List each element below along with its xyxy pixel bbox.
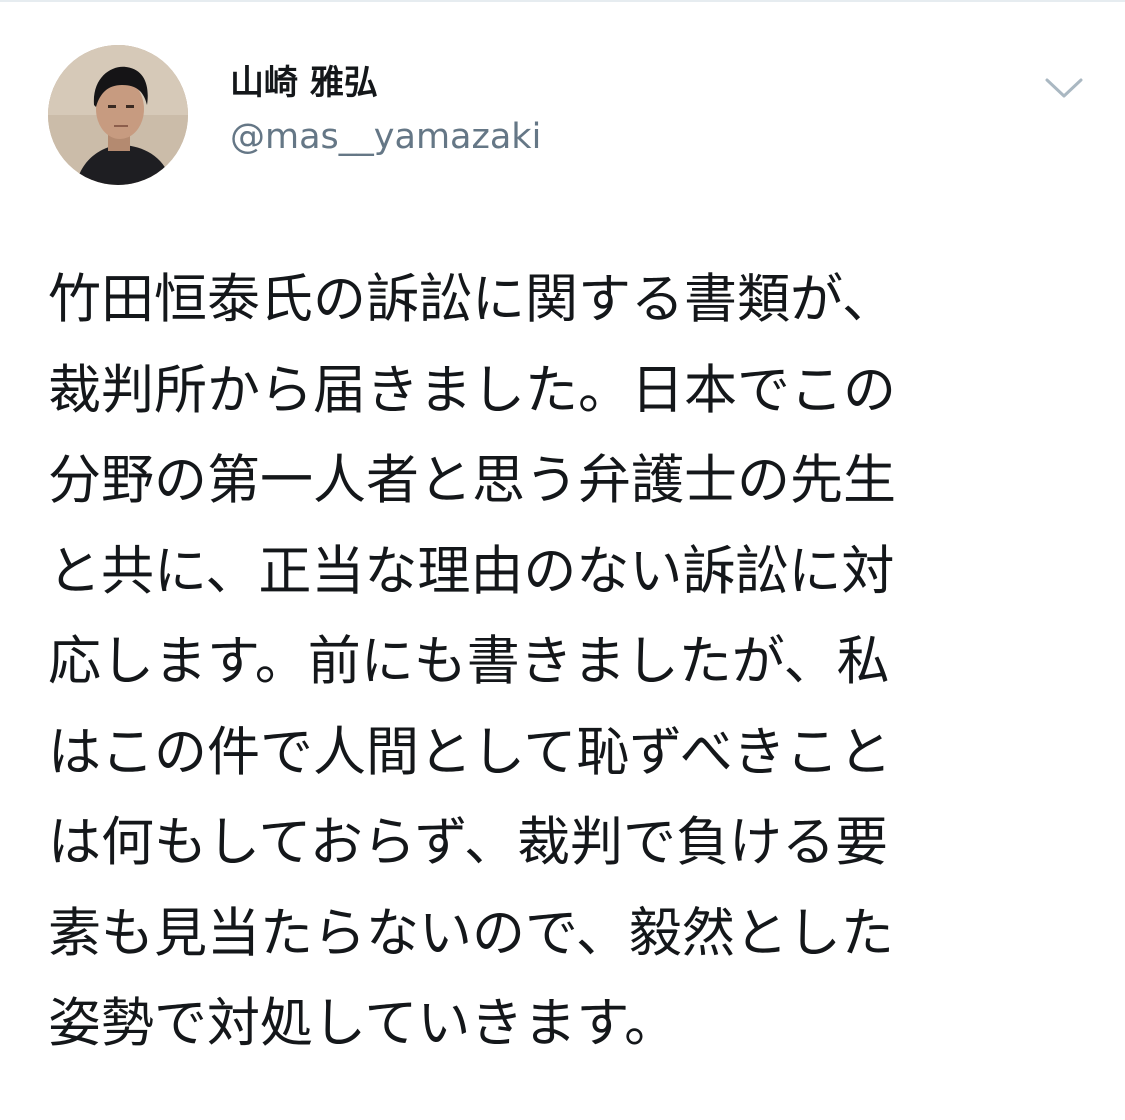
tweet-text-line: 分野の第一人者と思う弁護士の先生 (48, 450, 896, 511)
tweet-header: 山崎 雅弘 @mas__yamazaki (48, 45, 1088, 185)
chevron-down-icon (1045, 78, 1083, 98)
tweet-card: 山崎 雅弘 @mas__yamazaki 竹田恒泰氏の訴訟に関する書類が、 裁判… (0, 0, 1125, 1120)
avatar[interactable] (48, 45, 188, 185)
display-name[interactable]: 山崎 雅弘 (230, 63, 541, 103)
tweet-text-line: 素も見当たらないので、毅然とした (48, 902, 894, 964)
tweet-text-line: 姿勢で対処していきます。 (48, 993, 678, 1054)
tweet-text-line: 竹田恒泰氏の訴訟に関する書類が、 (48, 269, 895, 330)
tweet-text-line: はこの件で人間として恥ずべきこと (48, 721, 892, 783)
author-names: 山崎 雅弘 @mas__yamazaki (230, 63, 541, 157)
tweet-text-line: は何もしておらず、裁判で負ける要 (48, 812, 889, 873)
username-handle[interactable]: @mas__yamazaki (230, 117, 541, 157)
tweet-text-line: 裁判所から届きました。日本でこの (48, 359, 896, 421)
tweet-text: 竹田恒泰氏の訴訟に関する書類が、 裁判所から届きました。日本でこの 分野の第一人… (48, 255, 1048, 1070)
tweet-text-line: と共に、正当な理由のない訴訟に対 (48, 540, 895, 602)
tweet-text-line: 応します。前にも書きましたが、私 (48, 631, 890, 692)
tweet-menu-button[interactable] (1044, 73, 1084, 103)
profile-photo-icon (48, 45, 188, 185)
